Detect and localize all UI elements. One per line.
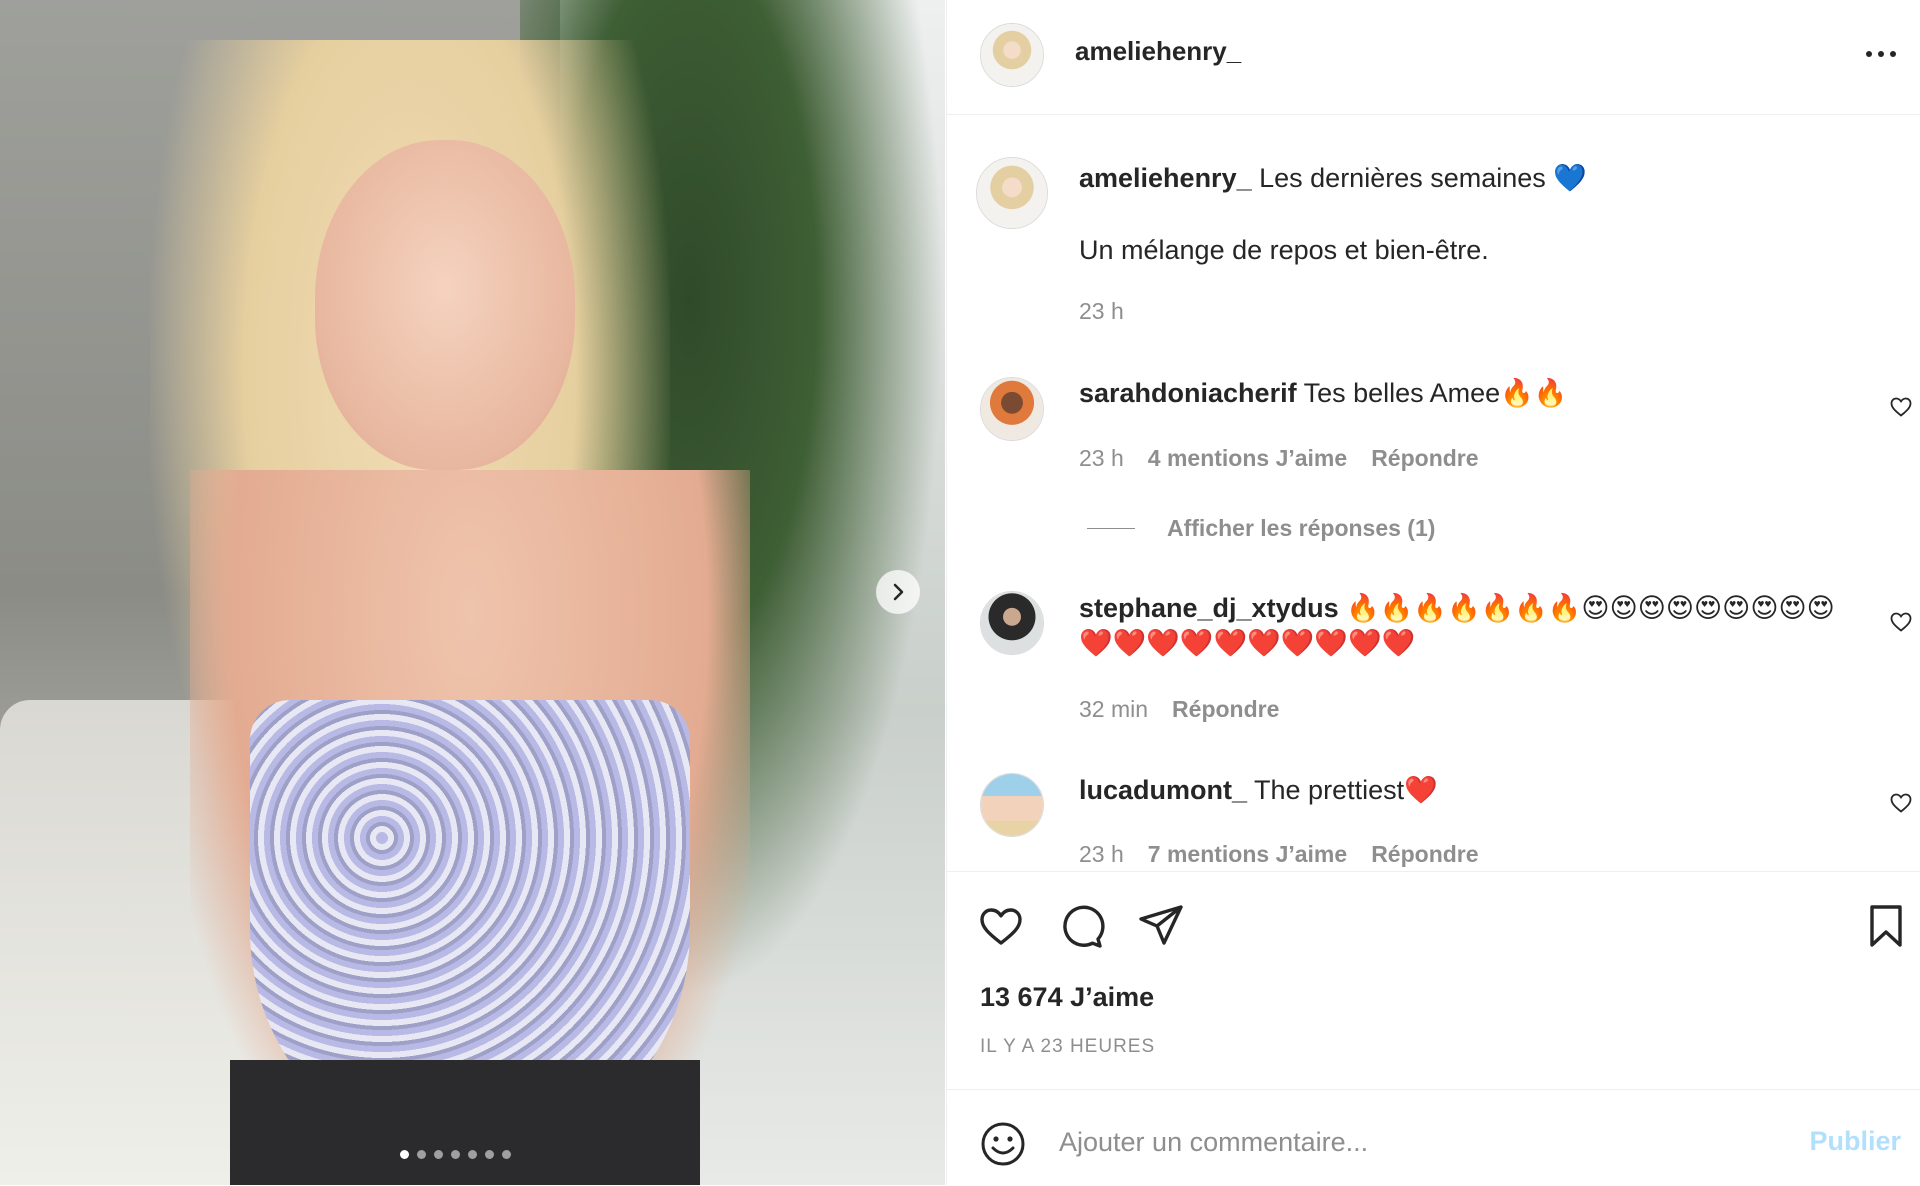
comment-avatar[interactable] bbox=[980, 773, 1044, 837]
comment-avatar[interactable] bbox=[980, 591, 1044, 655]
smiley-icon[interactable] bbox=[980, 1121, 1026, 1167]
comment-text: Tes belles Amee🔥🔥 bbox=[1303, 378, 1568, 408]
comment-2: stephane_dj_xtydus 🔥🔥🔥🔥🔥🔥🔥😍😍😍😍😍😍😍😍😍 ❤️❤️… bbox=[1079, 591, 1849, 661]
comment-avatar[interactable] bbox=[980, 377, 1044, 441]
carousel-dot bbox=[485, 1150, 494, 1159]
comment-text: 🔥🔥🔥🔥🔥🔥🔥😍😍😍😍😍😍😍😍😍 bbox=[1346, 593, 1835, 623]
view-replies-button[interactable]: Afficher les réponses (1) bbox=[1087, 515, 1435, 542]
comment-like-icon[interactable] bbox=[1889, 610, 1913, 634]
carousel-dot bbox=[451, 1150, 460, 1159]
reply-button[interactable]: Répondre bbox=[1172, 696, 1279, 723]
comment-input[interactable] bbox=[1057, 1116, 1761, 1168]
photo-pants bbox=[230, 1060, 700, 1185]
post-sidebar: ameliehenry_ ameliehenry_ Les dernières … bbox=[946, 0, 1920, 1185]
comment-time: 32 min bbox=[1079, 696, 1149, 722]
bookmark-icon[interactable] bbox=[1862, 902, 1910, 950]
carousel-dot bbox=[400, 1150, 409, 1159]
caption-text: Les dernières semaines 💙 bbox=[1259, 163, 1587, 193]
comment-like-icon[interactable] bbox=[1889, 791, 1913, 815]
view-replies-label: Afficher les réponses (1) bbox=[1167, 515, 1436, 541]
likes-count[interactable]: 13 674 J’aime bbox=[980, 982, 1154, 1013]
carousel-indicator bbox=[400, 1150, 511, 1159]
publish-button[interactable]: Publier bbox=[1809, 1126, 1901, 1157]
caption-username[interactable]: ameliehenry_ bbox=[1079, 163, 1252, 193]
carousel-next-button[interactable] bbox=[876, 570, 920, 614]
comments-list[interactable]: ameliehenry_ Les dernières semaines 💙 Un… bbox=[947, 115, 1920, 870]
caption-avatar[interactable] bbox=[976, 157, 1048, 229]
replies-divider bbox=[1087, 528, 1135, 529]
comment-like-icon[interactable] bbox=[1889, 395, 1913, 419]
comment-likes-count[interactable]: 4 mentions J’aime bbox=[1148, 445, 1347, 472]
more-horizontal-icon[interactable] bbox=[1859, 32, 1903, 76]
post-actions: 13 674 J’aime IL Y A 23 HEURES bbox=[947, 871, 1920, 1102]
comment-username[interactable]: stephane_dj_xtydus bbox=[1079, 593, 1339, 623]
caption-time: 23 h bbox=[1079, 298, 1124, 324]
caption: ameliehenry_ Les dernières semaines 💙 bbox=[1079, 161, 1587, 196]
carousel-dot bbox=[468, 1150, 477, 1159]
comment-meta: 23 h 7 mentions J’aime Répondre bbox=[1079, 841, 1479, 868]
comment-time: 23 h bbox=[1079, 841, 1124, 867]
author-avatar[interactable] bbox=[980, 23, 1044, 87]
reply-button[interactable]: Répondre bbox=[1371, 445, 1478, 472]
carousel-dot bbox=[434, 1150, 443, 1159]
comment-time: 23 h bbox=[1079, 445, 1124, 471]
author-username[interactable]: ameliehenry_ bbox=[1075, 36, 1241, 67]
post-timestamp: IL Y A 23 HEURES bbox=[980, 1036, 1156, 1057]
comment-username[interactable]: lucadumont_ bbox=[1079, 775, 1247, 805]
carousel-dot bbox=[502, 1150, 511, 1159]
comment-3: lucadumont_ The prettiest❤️ bbox=[1079, 773, 1438, 808]
comment-text: The prettiest❤️ bbox=[1254, 775, 1438, 805]
comment-bubble-icon[interactable] bbox=[1057, 902, 1105, 950]
chevron-right-icon bbox=[893, 583, 904, 601]
carousel-dot bbox=[417, 1150, 426, 1159]
add-comment-bar: Publier bbox=[947, 1089, 1920, 1186]
heart-icon[interactable] bbox=[977, 902, 1025, 950]
paper-plane-icon[interactable] bbox=[1137, 902, 1185, 950]
comment-username[interactable]: sarahdoniacherif bbox=[1079, 378, 1297, 408]
comment-1: sarahdoniacherif Tes belles Amee🔥🔥 bbox=[1079, 376, 1567, 411]
post-photo[interactable] bbox=[0, 0, 945, 1185]
comment-likes-count[interactable]: 7 mentions J’aime bbox=[1148, 841, 1347, 868]
caption-line2: Un mélange de repos et bien-être. bbox=[1079, 235, 1489, 265]
comment-meta: 23 h 4 mentions J’aime Répondre bbox=[1079, 445, 1479, 472]
reply-button[interactable]: Répondre bbox=[1371, 841, 1478, 868]
comment-text-line2: ❤️❤️❤️❤️❤️❤️❤️❤️❤️❤️ bbox=[1079, 628, 1416, 658]
caption-meta: 23 h bbox=[1079, 298, 1124, 325]
comment-meta: 32 min Répondre bbox=[1079, 696, 1279, 723]
post-header: ameliehenry_ bbox=[947, 0, 1920, 115]
photo-face bbox=[315, 140, 575, 470]
